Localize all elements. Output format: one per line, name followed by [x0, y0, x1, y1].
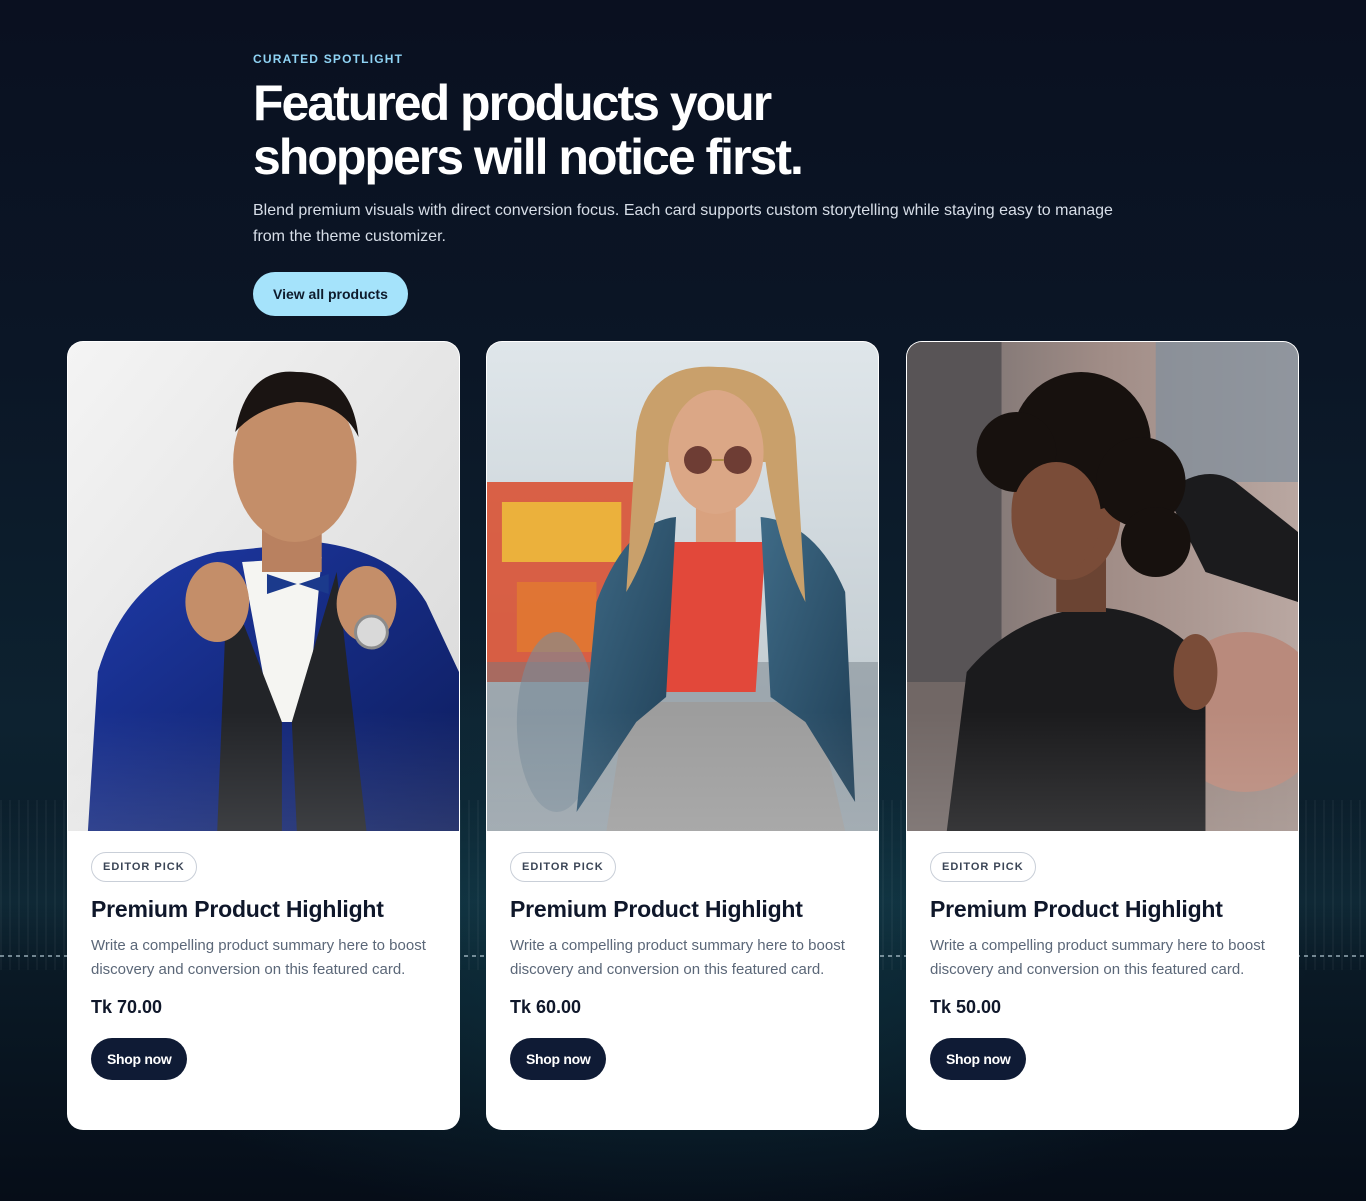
editor-pick-badge: EDITOR PICK — [91, 852, 197, 882]
product-description: Write a compelling product summary here … — [510, 937, 845, 978]
hero-description: Blend premium visuals with direct conver… — [253, 202, 1113, 245]
product-price: Tk 60.00 — [510, 997, 582, 1017]
product-title[interactable]: Premium Product Highlight — [510, 894, 855, 924]
product-description: Write a compelling product summary here … — [930, 937, 1265, 978]
product-card: EDITOR PICK Premium Product Highlight Wr… — [486, 341, 879, 1130]
shop-now-button[interactable]: Shop now — [930, 1038, 1027, 1080]
product-price: Tk 70.00 — [91, 997, 163, 1017]
view-all-products-button[interactable]: View all products — [253, 272, 408, 316]
product-card-grid: EDITOR PICK Premium Product Highlight Wr… — [67, 341, 1299, 1130]
shop-now-button[interactable]: Shop now — [91, 1038, 188, 1080]
hero-section: CURATED SPOTLIGHT Featured products your… — [253, 52, 1133, 316]
product-title[interactable]: Premium Product Highlight — [930, 894, 1275, 924]
product-description: Write a compelling product summary here … — [91, 937, 426, 978]
product-price: Tk 50.00 — [930, 997, 1002, 1017]
shop-now-button[interactable]: Shop now — [510, 1038, 607, 1080]
editor-pick-badge: EDITOR PICK — [930, 852, 1036, 882]
product-title[interactable]: Premium Product Highlight — [91, 894, 436, 924]
product-card: EDITOR PICK Premium Product Highlight Wr… — [67, 341, 460, 1130]
editor-pick-badge: EDITOR PICK — [510, 852, 616, 882]
eyebrow-label: CURATED SPOTLIGHT — [253, 52, 404, 66]
product-image[interactable] — [487, 342, 878, 831]
product-image[interactable] — [907, 342, 1298, 831]
page-title: Featured products your shoppers will not… — [253, 75, 804, 185]
product-card: EDITOR PICK Premium Product Highlight Wr… — [906, 341, 1299, 1130]
product-image[interactable] — [68, 342, 459, 831]
